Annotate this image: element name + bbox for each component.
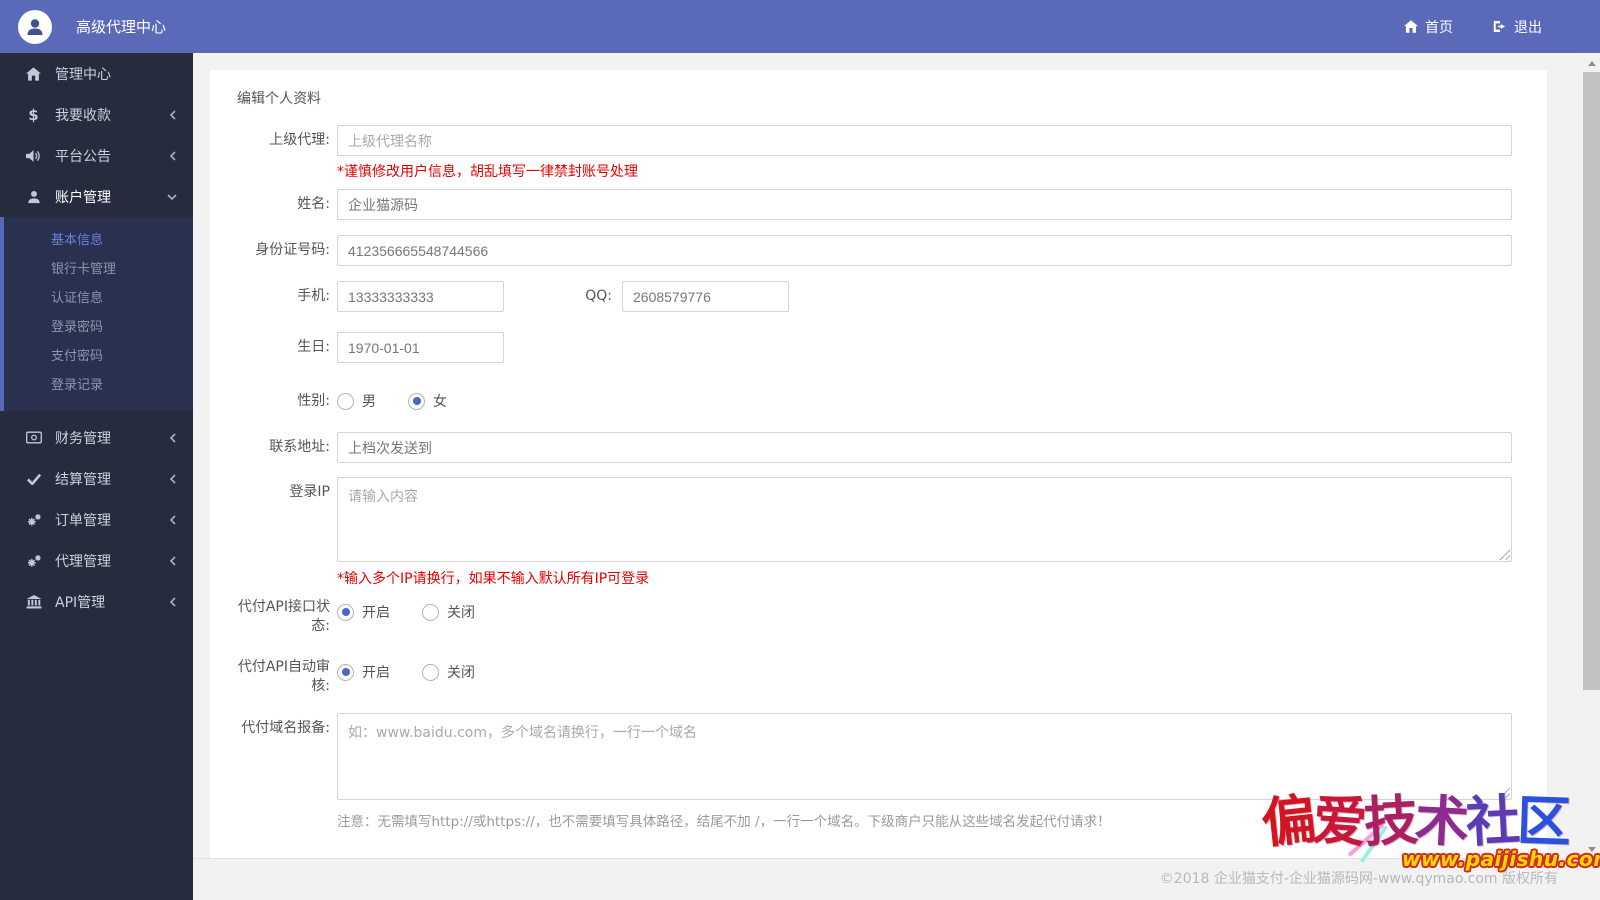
chevron-down-icon bbox=[167, 193, 177, 201]
submenu-item-basic-info[interactable]: 基本信息 bbox=[4, 226, 193, 255]
avatar[interactable] bbox=[18, 10, 52, 44]
logout-link[interactable]: 退出 bbox=[1493, 17, 1542, 37]
chevron-left-icon bbox=[169, 597, 177, 607]
api-status-radio-group: 开启 关闭 bbox=[337, 601, 475, 623]
copyright-text: ©2018 企业猫支付-企业猫源码网-www.qymao.com 版权所有 bbox=[1160, 868, 1558, 888]
gender-female-label: 女 bbox=[433, 391, 447, 411]
birthday-label: 生日: bbox=[220, 332, 330, 363]
submenu-item-login-record[interactable]: 登录记录 bbox=[4, 371, 193, 400]
warning-user-info: *谨慎修改用户信息，胡乱填写一律禁封账号处理 bbox=[337, 161, 638, 181]
cogs-icon bbox=[25, 513, 42, 527]
scroll-down-arrow-icon[interactable] bbox=[1588, 847, 1596, 852]
chevron-left-icon bbox=[169, 433, 177, 443]
money-icon bbox=[25, 431, 42, 444]
sidebar-item-platform-notice[interactable]: 平台公告 bbox=[0, 135, 193, 176]
submenu-item-auth-info[interactable]: 认证信息 bbox=[4, 284, 193, 313]
parent-agent-input[interactable] bbox=[337, 125, 1512, 156]
gender-radio-group: 男 女 bbox=[337, 390, 447, 412]
home-icon bbox=[25, 67, 42, 81]
scroll-up-arrow-icon[interactable] bbox=[1588, 61, 1596, 66]
gender-label: 性别: bbox=[220, 390, 330, 412]
qq-input[interactable] bbox=[622, 281, 789, 312]
chevron-left-icon bbox=[169, 556, 177, 566]
logout-icon bbox=[1493, 20, 1507, 33]
sidebar-item-settlement-management[interactable]: 结算管理 bbox=[0, 458, 193, 499]
sidebar-item-finance-management[interactable]: 财务管理 bbox=[0, 417, 193, 458]
navbar-right: 首页 退出 bbox=[1404, 17, 1542, 37]
api-auto-audit-radio-group: 开启 关闭 bbox=[337, 661, 475, 683]
gender-male-label: 男 bbox=[362, 391, 376, 411]
gender-female-radio[interactable] bbox=[408, 393, 425, 410]
sidebar: 管理中心 $ 我要收款 平台公告 账户管理 基本信息 银行卡管理 认证信息 登录… bbox=[0, 53, 193, 900]
api-auto-audit-off-label: 关闭 bbox=[447, 662, 475, 682]
qq-label: QQ: bbox=[557, 281, 612, 312]
login-ip-label: 登录IP bbox=[220, 477, 330, 508]
domain-report-textarea[interactable] bbox=[337, 713, 1512, 800]
sidebar-item-api-management[interactable]: API管理 bbox=[0, 581, 193, 622]
chevron-left-icon bbox=[169, 515, 177, 525]
login-ip-textarea[interactable] bbox=[337, 477, 1512, 562]
check-icon bbox=[25, 473, 42, 485]
speaker-icon bbox=[25, 149, 42, 163]
chevron-left-icon bbox=[169, 110, 177, 120]
birthday-input[interactable] bbox=[337, 332, 504, 363]
profile-edit-card: 编辑个人资料 上级代理: *谨慎修改用户信息，胡乱填写一律禁封账号处理 姓名: … bbox=[210, 70, 1547, 858]
account-submenu: 基本信息 银行卡管理 认证信息 登录密码 支付密码 登录记录 bbox=[0, 217, 193, 411]
sidebar-item-agent-management[interactable]: 代理管理 bbox=[0, 540, 193, 581]
chevron-left-icon bbox=[169, 151, 177, 161]
api-auto-audit-label: 代付API自动审核: bbox=[220, 658, 330, 696]
sidebar-item-account-management[interactable]: 账户管理 bbox=[0, 176, 193, 217]
user-icon bbox=[25, 190, 42, 204]
phone-input[interactable] bbox=[337, 281, 504, 312]
sidebar-item-admin-center[interactable]: 管理中心 bbox=[0, 53, 193, 94]
footer: ©2018 企业猫支付-企业猫源码网-www.qymao.com 版权所有 bbox=[193, 858, 1600, 900]
api-status-on-radio[interactable] bbox=[337, 604, 354, 621]
name-label: 姓名: bbox=[220, 189, 330, 220]
id-number-label: 身份证号码: bbox=[220, 235, 330, 266]
sidebar-item-receive-payment[interactable]: $ 我要收款 bbox=[0, 94, 193, 135]
domain-report-label: 代付域名报备: bbox=[220, 713, 330, 744]
user-avatar-icon bbox=[24, 16, 46, 38]
home-link[interactable]: 首页 bbox=[1404, 17, 1453, 37]
vertical-scrollbar[interactable] bbox=[1583, 55, 1600, 858]
api-status-off-radio[interactable] bbox=[422, 604, 439, 621]
submenu-item-bank-card[interactable]: 银行卡管理 bbox=[4, 255, 193, 284]
cogs-icon bbox=[25, 554, 42, 568]
name-input[interactable] bbox=[337, 189, 1512, 220]
api-status-label: 代付API接口状态: bbox=[220, 598, 330, 636]
submenu-item-pay-password[interactable]: 支付密码 bbox=[4, 342, 193, 371]
id-number-input[interactable] bbox=[337, 235, 1512, 266]
page-title: 编辑个人资料 bbox=[237, 88, 321, 108]
home-icon bbox=[1404, 20, 1418, 33]
chevron-left-icon bbox=[169, 474, 177, 484]
api-status-on-label: 开启 bbox=[362, 602, 390, 622]
domain-note: 注意：无需填写http://或https://，也不需要填写具体路径，结尾不加 … bbox=[337, 810, 1111, 830]
app-title: 高级代理中心 bbox=[76, 16, 166, 37]
parent-agent-label: 上级代理: bbox=[220, 125, 330, 156]
gender-male-radio[interactable] bbox=[337, 393, 354, 410]
address-label: 联系地址: bbox=[220, 432, 330, 463]
dollar-icon: $ bbox=[25, 108, 42, 122]
submenu-item-login-password[interactable]: 登录密码 bbox=[4, 313, 193, 342]
api-auto-audit-off-radio[interactable] bbox=[422, 664, 439, 681]
api-auto-audit-on-label: 开启 bbox=[362, 662, 390, 682]
sidebar-item-order-management[interactable]: 订单管理 bbox=[0, 499, 193, 540]
scrollbar-thumb[interactable] bbox=[1583, 72, 1600, 690]
api-auto-audit-on-radio[interactable] bbox=[337, 664, 354, 681]
phone-label: 手机: bbox=[220, 281, 330, 312]
warning-ip: *输入多个IP请换行，如果不输入默认所有IP可登录 bbox=[337, 568, 649, 588]
top-navbar: 高级代理中心 首页 退出 bbox=[0, 0, 1600, 53]
api-status-off-label: 关闭 bbox=[447, 602, 475, 622]
bank-icon bbox=[25, 595, 42, 609]
address-input[interactable] bbox=[337, 432, 1512, 463]
